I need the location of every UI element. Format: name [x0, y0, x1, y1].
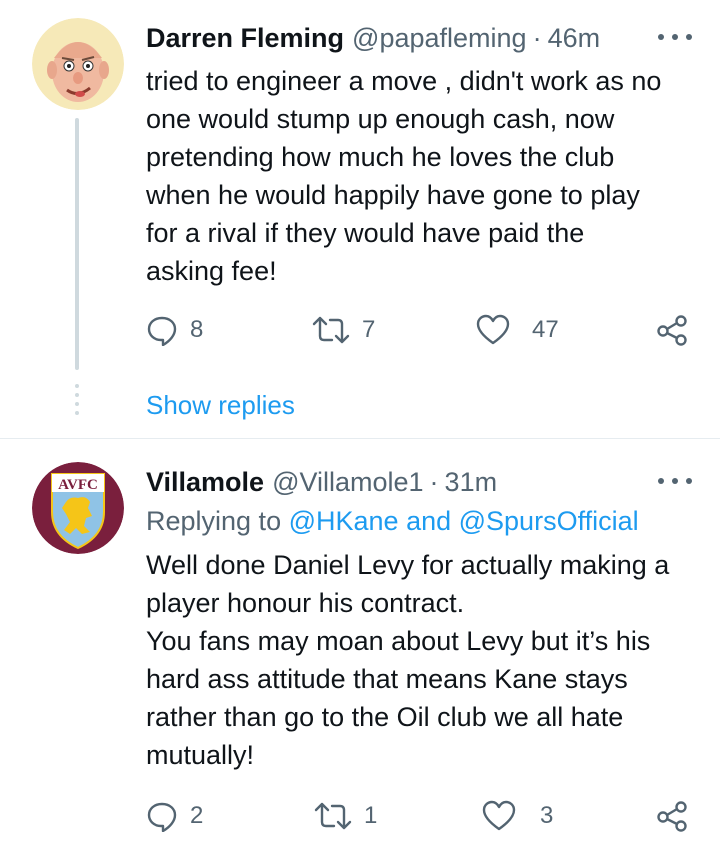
- tweet-header: Villamole @Villamole1 · 31m: [146, 462, 692, 502]
- tweet-text-line: mutually!: [146, 740, 255, 770]
- reply-icon: [147, 316, 177, 346]
- tweet-text-line: player honour his contract.: [146, 588, 465, 618]
- retweet-icon: [314, 802, 352, 830]
- heart-icon: [476, 314, 510, 345]
- cartoon-face-avatar-icon: [32, 18, 124, 110]
- retweet-count: 1: [364, 802, 378, 829]
- tweet-text-line: Well done Daniel Levy for actually makin…: [146, 550, 670, 580]
- separator-dot: ·: [532, 22, 542, 53]
- tweet-text: tried to engineer a move , didn't work a…: [146, 62, 706, 290]
- avatar[interactable]: AVFC: [32, 462, 124, 554]
- reply-icon: [147, 802, 177, 832]
- display-name[interactable]: Villamole: [146, 467, 264, 498]
- crest-text: AVFC: [58, 477, 98, 493]
- reply-count: 8: [190, 316, 204, 343]
- reply-button[interactable]: 8: [146, 310, 203, 350]
- replying-prefix: Replying to: [146, 506, 282, 536]
- thread-line: [75, 118, 79, 370]
- thread-dots: [75, 384, 79, 420]
- tweet-text-line: asking fee!: [146, 256, 277, 286]
- avatar[interactable]: [32, 18, 124, 110]
- tweet-text-line: one would stump up enough cash, now: [146, 104, 615, 134]
- tweet-text-line: pretending how much he loves the club: [146, 142, 615, 172]
- replying-to: Replying to @HKane and @SpursOfficial: [146, 506, 639, 537]
- user-handle[interactable]: @papafleming: [352, 23, 527, 54]
- retweet-icon: [312, 316, 350, 344]
- share-icon: [657, 315, 687, 346]
- replying-mentions-link[interactable]: @HKane and @SpursOfficial: [289, 506, 639, 536]
- separator-dot: ·: [429, 466, 439, 497]
- show-replies-link[interactable]: Show replies: [146, 390, 295, 421]
- share-button[interactable]: [656, 796, 688, 836]
- timestamp[interactable]: 46m: [548, 23, 601, 54]
- like-button[interactable]: 3: [482, 796, 553, 836]
- more-options-icon[interactable]: [658, 466, 692, 496]
- tweet-header: Darren Fleming @papafleming · 46m: [146, 18, 692, 58]
- retweet-button[interactable]: 1: [314, 796, 377, 836]
- timestamp[interactable]: 31m: [445, 467, 498, 498]
- aston-villa-crest-icon: AVFC: [32, 462, 124, 554]
- reply-button[interactable]: 2: [146, 796, 203, 836]
- like-button[interactable]: 47: [476, 310, 559, 350]
- retweet-count: 7: [362, 316, 376, 343]
- retweet-button[interactable]: 7: [312, 310, 375, 350]
- display-name[interactable]: Darren Fleming: [146, 23, 344, 54]
- divider: [0, 438, 720, 439]
- tweet-text-line: for a rival if they would have paid the: [146, 218, 585, 248]
- tweet-text: Well done Daniel Levy for actually makin…: [146, 546, 706, 774]
- action-bar: 8 7 47: [146, 310, 694, 350]
- tweet-text-line: when he would happily have gone to play: [146, 180, 640, 210]
- share-button[interactable]: [656, 310, 688, 350]
- reply-count: 2: [190, 802, 204, 829]
- user-handle[interactable]: @Villamole1: [272, 467, 423, 498]
- action-bar: 2 1 3: [146, 796, 694, 836]
- tweet-text-line: rather than go to the Oil club we all ha…: [146, 702, 624, 732]
- share-icon: [657, 801, 687, 832]
- more-options-icon[interactable]: [658, 22, 692, 52]
- tweet-text-line: tried to engineer a move , didn't work a…: [146, 66, 662, 96]
- like-count: 47: [532, 316, 559, 343]
- tweet-text-line: You fans may moan about Levy but it’s hi…: [146, 626, 651, 656]
- tweet-text-line: hard ass attitude that means Kane stays: [146, 664, 628, 694]
- like-count: 3: [540, 802, 554, 829]
- heart-icon: [482, 800, 516, 831]
